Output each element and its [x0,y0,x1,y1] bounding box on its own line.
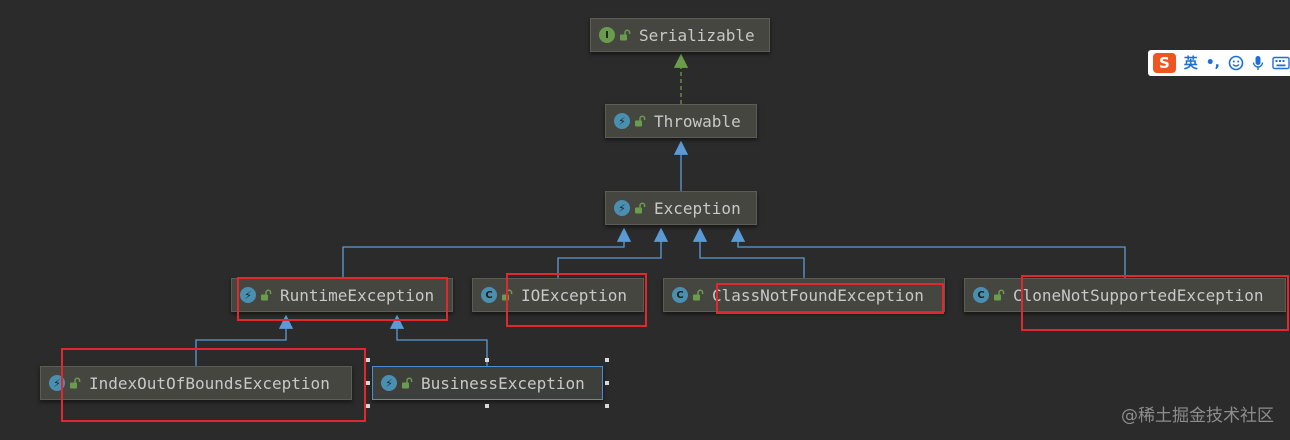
node-business-exception[interactable]: ⚡ BusinessException [372,366,603,400]
interface-icon: I [599,27,615,43]
node-label: Throwable [654,111,741,131]
ime-toolbar[interactable]: S 英 •, [1148,50,1290,76]
node-index-out-of-bounds-exception[interactable]: ⚡ IndexOutOfBoundsException [40,366,352,400]
class-icon: C [481,287,497,303]
unlocked-icon [69,377,81,389]
unlocked-icon [501,289,513,301]
microphone-icon[interactable] [1252,55,1264,71]
node-label: IOException [521,285,627,305]
ime-logo[interactable]: S [1153,53,1176,73]
unlocked-icon [993,289,1005,301]
unlocked-icon [619,29,631,41]
edge-classnotfoundexception-exception [692,227,805,278]
resize-handle-left[interactable] [366,381,370,385]
resize-handle-top-right[interactable] [605,358,609,362]
edge-businessexception-runtimeexception [389,314,488,366]
unlocked-icon [634,115,646,127]
resize-handle-right[interactable] [605,381,609,385]
node-label: CloneNotSupportedException [1013,285,1264,305]
resize-handle-top[interactable] [485,358,489,362]
unlocked-icon [692,289,704,301]
node-class-not-found-exception[interactable]: C ClassNotFoundException [663,278,945,312]
ime-punctuation-toggle[interactable]: •, [1206,55,1220,71]
edge-ioexception-exception [557,227,669,278]
exception-class-icon: ⚡ [614,200,630,216]
edge-clonenotsupportedexception-exception [730,227,1126,278]
node-label: Exception [654,198,741,218]
node-label: Serializable [639,25,755,45]
class-icon: C [672,287,688,303]
keyboard-icon[interactable] [1272,56,1290,70]
smiley-icon[interactable] [1228,55,1244,71]
exception-class-icon: ⚡ [240,287,256,303]
exception-class-icon: ⚡ [381,375,397,391]
node-label: RuntimeException [280,285,435,305]
unlocked-icon [260,289,272,301]
resize-handle-bottom-left[interactable] [366,404,370,408]
node-throwable[interactable]: ⚡ Throwable [605,104,757,138]
resize-handle-bottom[interactable] [485,404,489,408]
node-label: ClassNotFoundException [712,285,924,305]
node-serializable[interactable]: I Serializable [590,18,770,52]
node-clone-not-supported-exception[interactable]: C CloneNotSupportedException [964,278,1286,312]
node-exception[interactable]: ⚡ Exception [605,191,757,225]
exception-class-icon: ⚡ [614,113,630,129]
watermark: @稀土掘金技术社区 [1121,406,1274,426]
node-label: BusinessException [421,373,585,393]
unlocked-icon [634,202,646,214]
exception-class-icon: ⚡ [49,375,65,391]
edge-runtimeexception-exception [342,227,632,278]
resize-handle-bottom-right[interactable] [605,404,609,408]
class-icon: C [973,287,989,303]
unlocked-icon [401,377,413,389]
ime-language-toggle[interactable]: 英 [1184,53,1198,73]
node-io-exception[interactable]: C IOException [472,278,644,312]
node-runtime-exception[interactable]: ⚡ RuntimeException [231,278,453,312]
edge-indexoutofboundsexception-runtimeexception [195,314,294,366]
node-label: IndexOutOfBoundsException [89,373,330,393]
resize-handle-top-left[interactable] [366,358,370,362]
